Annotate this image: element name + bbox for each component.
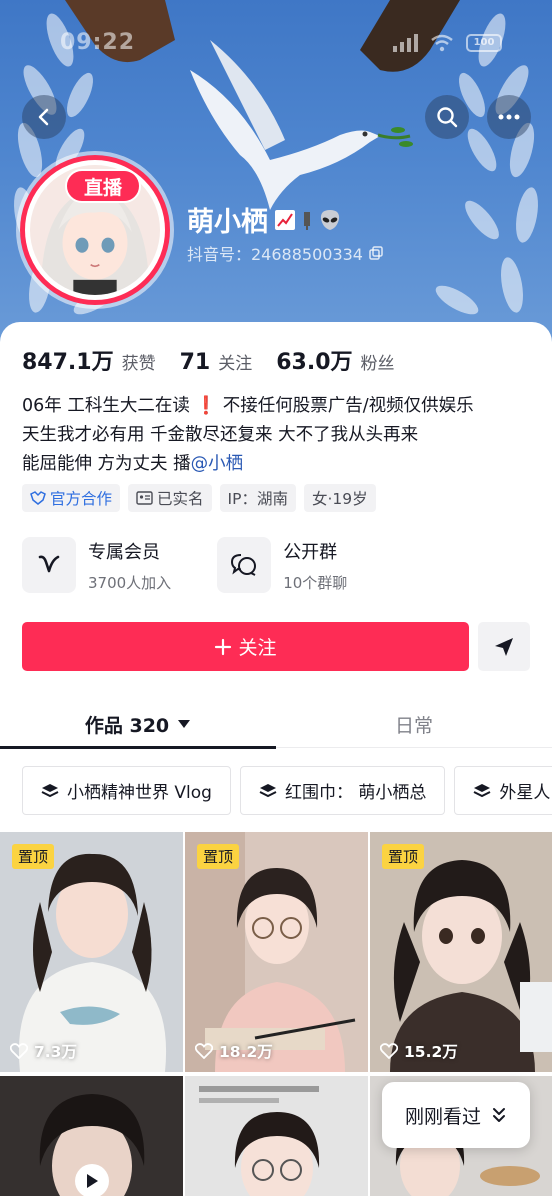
collection-chip[interactable]: 外星人 bbox=[454, 766, 552, 815]
v-member-icon bbox=[38, 555, 60, 573]
battery-icon: 100 bbox=[466, 34, 502, 52]
play-icon bbox=[75, 1164, 109, 1196]
id-card-icon bbox=[136, 491, 153, 505]
like-count: 7.3万 bbox=[10, 1040, 77, 1062]
gender-age-tag: 女·19岁 bbox=[303, 484, 376, 512]
search-button[interactable] bbox=[425, 95, 469, 139]
share-button[interactable] bbox=[478, 622, 530, 671]
video-thumbnail[interactable] bbox=[0, 1076, 183, 1196]
like-count: 18.2万 bbox=[195, 1040, 273, 1062]
collection-chip[interactable]: 小栖精神世界 Vlog bbox=[22, 766, 231, 815]
mention-link[interactable]: @小栖 bbox=[191, 454, 244, 474]
stat-following[interactable]: 71 关注 bbox=[180, 349, 253, 375]
pinned-badge: 置顶 bbox=[382, 844, 425, 869]
video-cover-image bbox=[185, 1076, 368, 1196]
search-icon bbox=[437, 107, 458, 128]
tab-works[interactable]: 作品 320 bbox=[0, 700, 276, 748]
profile-name-text: 萌小栖 bbox=[187, 207, 268, 238]
stats-row: 847.1万 获赞 71 关注 63.0万 粉丝 bbox=[22, 344, 419, 376]
tab-daily[interactable]: 日常 bbox=[276, 700, 552, 748]
follow-button[interactable]: 关注 bbox=[22, 622, 469, 671]
profile-banner: 09:22 100 直播 萌小栖 抖音号：24688500334 bbox=[0, 0, 552, 345]
back-button[interactable] bbox=[22, 95, 66, 139]
member-group-entry[interactable]: 专属会员 3700人加入 bbox=[22, 537, 171, 593]
bio-text: 天生我才必有用 千金散尽还复来 大不了我从头再来 bbox=[22, 425, 419, 445]
group-title: 公开群 bbox=[283, 541, 338, 563]
collection-row: 小栖精神世界 Vlog 红围巾： 萌小栖总 外星人 bbox=[22, 766, 552, 815]
heart-icon bbox=[195, 1043, 213, 1059]
layers-icon bbox=[41, 783, 59, 797]
video-thumbnail[interactable] bbox=[185, 1076, 368, 1196]
plus-icon bbox=[215, 638, 232, 655]
profile-card: 847.1万 获赞 71 关注 63.0万 粉丝 06年 工科生大二在读 ❗ 不… bbox=[0, 322, 552, 1200]
group-title: 专属会员 bbox=[88, 541, 160, 563]
douyin-id-text: 抖音号：24688500334 bbox=[187, 245, 363, 264]
group-row: 专属会员 3700人加入 公开群 10个群聊 bbox=[22, 537, 347, 593]
content-tabs: 作品 320 日常 bbox=[0, 700, 552, 748]
heart-icon bbox=[10, 1043, 28, 1059]
bio: 06年 工科生大二在读 ❗ 不接任何股票广告/视频仅供娱乐 天生我才必有用 千金… bbox=[22, 392, 532, 479]
more-dots-icon bbox=[498, 114, 520, 120]
tab-active-indicator bbox=[0, 746, 276, 749]
copy-icon[interactable] bbox=[369, 246, 383, 260]
ip-location-tag: IP：湖南 bbox=[219, 484, 296, 512]
bio-text: 不接任何股票广告/视频仅供娱乐 bbox=[217, 396, 474, 416]
signal-icon bbox=[393, 34, 418, 52]
collection-chip[interactable]: 红围巾： 萌小栖总 bbox=[239, 766, 446, 815]
douyin-id[interactable]: 抖音号：24688500334 bbox=[187, 241, 383, 265]
layers-icon bbox=[473, 783, 491, 797]
pinned-badge: 置顶 bbox=[197, 844, 240, 869]
like-count: 15.2万 bbox=[380, 1040, 458, 1062]
official-partner-tag[interactable]: 官方合作 bbox=[22, 484, 121, 512]
syringe-emoji-icon bbox=[304, 211, 310, 230]
chevron-left-icon bbox=[38, 108, 49, 126]
public-group-entry[interactable]: 公开群 10个群聊 bbox=[217, 537, 347, 593]
double-chevron-down-icon bbox=[493, 1108, 505, 1122]
paper-plane-icon bbox=[495, 637, 513, 656]
stat-followers[interactable]: 63.0万 粉丝 bbox=[276, 344, 394, 376]
group-subtitle: 3700人加入 bbox=[88, 573, 172, 592]
chart-up-emoji-icon bbox=[275, 209, 295, 230]
video-thumbnail[interactable]: 置顶 7.3万 bbox=[0, 832, 183, 1072]
group-subtitle: 10个群聊 bbox=[283, 573, 348, 592]
pinned-badge: 置顶 bbox=[12, 844, 55, 869]
exclamation-icon: ❗ bbox=[195, 396, 218, 416]
alien-emoji-icon bbox=[320, 209, 340, 230]
status-time: 09:22 bbox=[60, 30, 136, 55]
video-thumbnail[interactable]: 置顶 15.2万 bbox=[370, 832, 552, 1072]
profile-name: 萌小栖 bbox=[187, 200, 342, 239]
live-badge[interactable]: 直播 bbox=[65, 169, 141, 203]
heart-icon bbox=[380, 1043, 398, 1059]
bio-text: 能屈能伸 方为丈夫 播 bbox=[22, 454, 191, 474]
tag-row: 官方合作 已实名 IP：湖南 女·19岁 bbox=[22, 484, 376, 512]
handshake-icon bbox=[30, 491, 46, 505]
layers-icon bbox=[259, 783, 277, 797]
wifi-icon bbox=[431, 34, 453, 52]
stat-likes[interactable]: 847.1万 获赞 bbox=[22, 344, 156, 376]
chat-group-icon bbox=[231, 554, 257, 576]
just-watched-button[interactable]: 刚刚看过 bbox=[382, 1082, 530, 1148]
avatar[interactable]: 直播 bbox=[16, 151, 174, 309]
more-button[interactable] bbox=[487, 95, 531, 139]
video-thumbnail[interactable]: 置顶 18.2万 bbox=[185, 832, 368, 1072]
verified-tag: 已实名 bbox=[128, 484, 212, 512]
bio-text: 06年 工科生大二在读 bbox=[22, 396, 196, 416]
caret-down-icon bbox=[178, 720, 191, 728]
status-bar: 09:22 100 bbox=[0, 30, 552, 64]
